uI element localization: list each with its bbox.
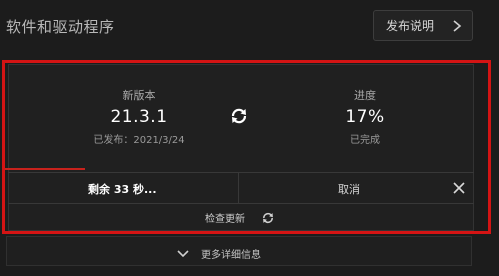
more-details-toggle[interactable]: 更多详细信息 (6, 236, 472, 266)
update-action-row: 剩余 33 秒... 取消 (8, 172, 474, 204)
close-icon[interactable] (452, 181, 466, 195)
sync-icon (231, 108, 247, 124)
download-progress-bar (5, 168, 85, 170)
progress-value: 17% (345, 107, 385, 127)
action-divider (238, 173, 239, 203)
progress-status: 已完成 (350, 135, 380, 146)
time-remaining: 剩余 33 秒... (88, 183, 157, 196)
chevron-right-icon (453, 20, 462, 32)
release-notes-button[interactable]: 发布说明 (373, 10, 473, 41)
release-notes-label: 发布说明 (386, 19, 435, 33)
chevron-down-icon (177, 249, 189, 257)
update-card: 新版本 21.3.1 已发布：2021/3/24 进度 17% 已完成 (8, 64, 474, 231)
check-updates-label: 检查更新 (205, 214, 245, 225)
release-date: 已发布：2021/3/24 (93, 135, 185, 146)
software-drivers-panel: 软件和驱动程序 发布说明 新版本 21.3.1 已发布：2021/3/24 进度… (0, 0, 499, 276)
more-details-content: 更多详细信息 (177, 246, 261, 261)
section-title: 软件和驱动程序 (6, 18, 115, 36)
cancel-button[interactable]: 取消 (338, 181, 360, 197)
new-version-label: 新版本 (122, 89, 156, 102)
version-column: 新版本 21.3.1 已发布：2021/3/24 (49, 87, 229, 146)
progress-column: 进度 17% 已完成 (275, 87, 455, 146)
progress-label: 进度 (354, 89, 376, 102)
check-updates-button[interactable]: 检查更新 (205, 210, 275, 225)
more-details-label: 更多详细信息 (201, 250, 261, 261)
version-number: 21.3.1 (110, 107, 168, 127)
refresh-icon (263, 212, 273, 223)
